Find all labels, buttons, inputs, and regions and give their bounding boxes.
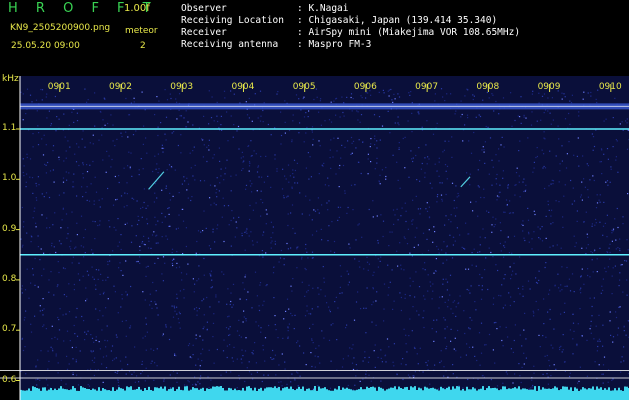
x-tick-label: 0901: [47, 82, 71, 92]
y-unit-label: kHz: [2, 74, 19, 84]
x-tick-label: 0906: [353, 82, 377, 92]
datetime-label: 25.05.20 09:00: [11, 41, 80, 51]
x-tick-label: 0907: [415, 82, 439, 92]
meta-label-location: Receiving Location: [181, 15, 284, 26]
meta-label-observer: Observer: [181, 3, 227, 14]
level-bar: [20, 392, 629, 400]
x-tick-label: 0909: [537, 82, 561, 92]
header-panel: H R O F F T 1.00f KN9_2505200900.png met…: [0, 0, 629, 76]
spectrogram: [0, 76, 629, 400]
x-tick-label: 0905: [292, 82, 316, 92]
meta-value-receiver: : AirSpy mini (Miakejima VOR 108.65MHz): [297, 27, 521, 38]
meta-label-receiver: Receiver: [181, 27, 227, 38]
y-tick-label: 0.7: [2, 324, 17, 335]
y-tick-label: 0.6: [2, 374, 17, 385]
meta-value-observer: : K.Nagai: [297, 3, 349, 14]
y-tick-label: 1.1: [2, 123, 17, 133]
y-tick-label: 0.9: [2, 223, 17, 234]
y-tick-label: 1.0: [2, 173, 17, 184]
x-tick-label: 0908: [476, 82, 500, 92]
x-tick-label: 0902: [109, 82, 132, 92]
x-tick-label: 0903: [170, 82, 194, 92]
version-label: 1.00f: [124, 3, 150, 14]
filename-label: KN9_2505200900.png: [10, 23, 111, 33]
count-label: 2: [140, 41, 146, 51]
x-tick-label: 0904: [231, 82, 255, 92]
x-tick-label: 0910: [598, 82, 622, 92]
meta-value-location: : Chigasaki, Japan (139.414 35.340): [297, 15, 498, 26]
mode-label: meteor: [125, 26, 158, 36]
y-tick-label: 0.8: [2, 273, 17, 284]
meta-label-antenna: Receiving antenna: [181, 39, 279, 50]
meta-value-antenna: : Maspro FM-3: [297, 39, 372, 50]
